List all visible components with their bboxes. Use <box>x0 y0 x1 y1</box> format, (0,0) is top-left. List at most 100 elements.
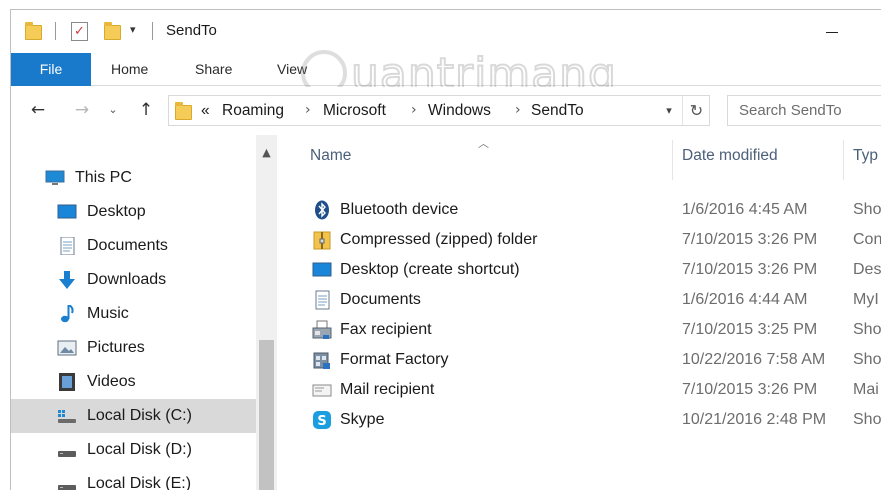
nav-item-music[interactable]: Music <box>11 297 256 331</box>
nav-item-documents[interactable]: Documents <box>11 229 256 263</box>
skype-icon: S <box>313 411 331 429</box>
file-type: Sho <box>853 411 881 428</box>
file-date: 7/10/2015 3:26 PM <box>682 231 818 248</box>
new-folder-icon[interactable] <box>104 22 121 40</box>
nav-item-desktop[interactable]: Desktop <box>11 195 256 229</box>
file-name: Compressed (zipped) folder <box>340 231 538 248</box>
file-name: Mail recipient <box>340 381 435 398</box>
file-type: Sho <box>853 351 881 368</box>
separator <box>152 22 153 40</box>
file-row-format-factory[interactable]: Format Factory 10/22/2016 7:58 AM Sho <box>291 345 881 375</box>
customize-toolbar-icon[interactable]: ▾ <box>130 23 136 37</box>
svg-text:S: S <box>317 414 326 429</box>
file-row-documents[interactable]: Documents 1/6/2016 4:44 AM MyI <box>291 285 881 315</box>
separator <box>55 22 56 40</box>
nav-item-this-pc[interactable]: This PC <box>11 161 256 195</box>
fax-icon <box>312 320 332 339</box>
file-row-compressed-folder[interactable]: Compressed (zipped) folder 7/10/2015 3:2… <box>291 225 881 255</box>
nav-label: Downloads <box>87 271 167 288</box>
tab-view[interactable]: View <box>277 53 307 86</box>
breadcrumb-microsoft[interactable]: Microsoft <box>323 96 386 125</box>
file-list: ︿ Name Date modified Typ Bluetooth devic… <box>291 135 881 490</box>
breadcrumb-roaming[interactable]: Roaming <box>222 96 284 125</box>
format-factory-icon <box>313 352 330 369</box>
ribbon-tabs: File Home Share View <box>11 53 881 86</box>
pictures-icon <box>57 340 77 356</box>
column-header-type[interactable]: Typ <box>844 135 881 183</box>
column-label: Name <box>310 147 352 164</box>
breadcrumb-overflow[interactable]: « <box>201 96 210 125</box>
column-header-name[interactable]: ︿ Name <box>291 135 672 183</box>
navigation-pane: This PC Desktop Documents Downloads Musi… <box>11 135 256 490</box>
chevron-down-icon[interactable]: ▾ <box>659 96 679 125</box>
file-row-fax-recipient[interactable]: Fax recipient 7/10/2015 3:25 PM Sho <box>291 315 881 345</box>
nav-label: Local Disk (C:) <box>87 407 192 424</box>
minimize-button[interactable] <box>817 18 845 44</box>
file-type: Con <box>853 231 881 248</box>
computer-icon <box>45 170 65 185</box>
back-arrow-icon[interactable]: ← <box>27 99 49 121</box>
folder-icon <box>25 22 42 40</box>
file-type: Des <box>853 261 881 278</box>
file-type: Sho <box>853 201 881 218</box>
desktop-icon <box>57 204 77 219</box>
file-row-desktop-shortcut[interactable]: Desktop (create shortcut) 7/10/2015 3:26… <box>291 255 881 285</box>
nav-item-local-disk-c[interactable]: Local Disk (C:) <box>11 399 256 433</box>
drive-icon <box>58 451 76 457</box>
nav-item-videos[interactable]: Videos <box>11 365 256 399</box>
file-row-bluetooth[interactable]: Bluetooth device 1/6/2016 4:45 AM Sho <box>291 195 881 225</box>
chevron-right-icon[interactable]: › <box>305 96 311 125</box>
nav-item-pictures[interactable]: Pictures <box>11 331 256 365</box>
scrollbar-thumb[interactable] <box>259 340 274 490</box>
navigation-bar: ← → ⌄ ↑ « Roaming › Microsoft › Windows … <box>11 87 881 135</box>
address-bar[interactable]: « Roaming › Microsoft › Windows › SendTo… <box>168 95 710 126</box>
title-bar: ✓ ▾ SendTo <box>11 10 881 53</box>
folder-icon <box>175 102 192 120</box>
breadcrumb-sendto[interactable]: SendTo <box>531 96 584 125</box>
file-date: 1/6/2016 4:44 AM <box>682 291 808 308</box>
nav-item-downloads[interactable]: Downloads <box>11 263 256 297</box>
file-name: Desktop (create shortcut) <box>340 261 520 278</box>
up-arrow-icon[interactable]: ↑ <box>135 99 157 121</box>
file-row-skype[interactable]: S Skype 10/21/2016 2:48 PM Sho <box>291 405 881 435</box>
search-box[interactable] <box>727 95 881 126</box>
music-note-icon <box>61 305 74 323</box>
nav-item-local-disk-e[interactable]: Local Disk (E:) <box>11 467 256 490</box>
refresh-icon[interactable]: ↻ <box>682 96 710 125</box>
properties-icon[interactable]: ✓ <box>71 22 88 41</box>
breadcrumb-windows[interactable]: Windows <box>428 96 491 125</box>
file-type: MyI <box>853 291 879 308</box>
nav-item-local-disk-d[interactable]: Local Disk (D:) <box>11 433 256 467</box>
file-name: Fax recipient <box>340 321 432 338</box>
file-name: Skype <box>340 411 385 428</box>
tab-file[interactable]: File <box>11 53 91 86</box>
explorer-window: ✓ ▾ SendTo File Home Share View uantrima… <box>10 9 881 490</box>
film-icon <box>59 373 75 391</box>
navpane-scrollbar[interactable]: ▲ <box>256 135 277 490</box>
column-label: Date modified <box>682 147 778 164</box>
chevron-right-icon[interactable]: › <box>411 96 417 125</box>
chevron-right-icon[interactable]: › <box>515 96 521 125</box>
windows-drive-icon <box>58 410 76 423</box>
tab-home[interactable]: Home <box>111 53 148 86</box>
file-date: 10/21/2016 2:48 PM <box>682 411 827 428</box>
file-name: Bluetooth device <box>340 201 459 218</box>
file-name: Format Factory <box>340 351 449 368</box>
mail-icon <box>312 384 332 397</box>
column-header-date[interactable]: Date modified <box>673 135 843 183</box>
recent-locations-icon[interactable]: ⌄ <box>106 99 120 121</box>
bluetooth-icon <box>315 200 329 220</box>
nav-label: Pictures <box>87 339 145 356</box>
file-date: 7/10/2015 3:26 PM <box>682 381 818 398</box>
nav-label: Documents <box>87 237 168 254</box>
file-row-mail-recipient[interactable]: Mail recipient 7/10/2015 3:26 PM Mai <box>291 375 881 405</box>
nav-label: Local Disk (D:) <box>87 441 192 458</box>
file-type: Mai <box>853 381 879 398</box>
nav-label: Local Disk (E:) <box>87 475 192 490</box>
documents-icon <box>60 237 75 255</box>
forward-arrow-icon[interactable]: → <box>71 99 93 121</box>
search-input[interactable] <box>728 96 881 125</box>
tab-share[interactable]: Share <box>195 53 232 86</box>
scroll-up-icon[interactable]: ▲ <box>256 143 277 163</box>
download-arrow-icon <box>59 271 75 289</box>
